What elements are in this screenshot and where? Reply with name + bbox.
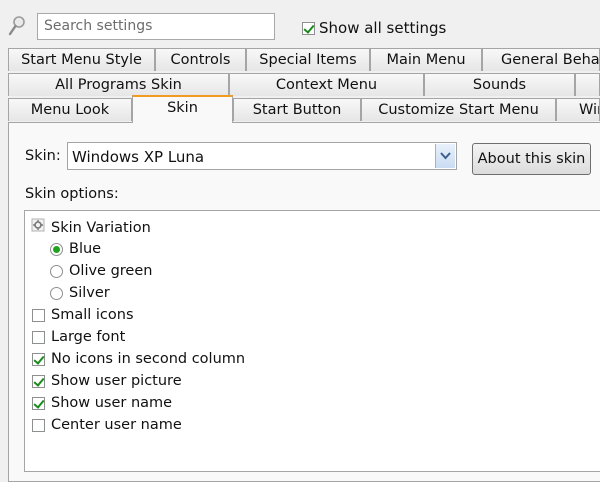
- checkbox-label: Large font: [51, 329, 126, 345]
- gear-icon: [31, 218, 45, 237]
- radio-silver[interactable]: Silver: [50, 284, 110, 302]
- skin-variation-label: Skin Variation: [51, 219, 151, 236]
- skin-label: Skin:: [25, 148, 61, 164]
- tab-main-menu[interactable]: Main Menu: [370, 48, 482, 71]
- checkbox-label: No icons in second column: [51, 351, 246, 367]
- radio-olive-green[interactable]: Olive green: [50, 262, 152, 280]
- tab-start-menu-style[interactable]: Start Menu Style: [8, 48, 155, 71]
- radio-label: Blue: [69, 241, 102, 257]
- radio-button[interactable]: [50, 264, 63, 278]
- checkbox-label: Small icons: [51, 307, 134, 323]
- skin-options-list: Skin Variation Blue Olive green Silver S…: [24, 210, 600, 472]
- radio-blue[interactable]: Blue: [50, 240, 101, 258]
- checkbox-no-icons-second-column[interactable]: No icons in second column: [32, 350, 245, 368]
- tab-menu-look[interactable]: Menu Look: [8, 98, 132, 121]
- checkbox[interactable]: [32, 308, 45, 322]
- radio-label: Olive green: [69, 263, 153, 279]
- radio-label: Silver: [69, 285, 110, 301]
- search-input[interactable]: Search settings: [37, 13, 275, 40]
- search-icon: [7, 15, 27, 37]
- tab-start-button[interactable]: Start Button: [233, 98, 361, 121]
- skin-options-label: Skin options:: [25, 186, 119, 202]
- tab-sounds[interactable]: Sounds: [424, 73, 575, 96]
- checkbox-show-user-picture[interactable]: Show user picture: [32, 372, 182, 390]
- tab-all-programs-skin[interactable]: All Programs Skin: [8, 73, 229, 96]
- checkbox[interactable]: [32, 352, 45, 366]
- checkbox[interactable]: [32, 330, 45, 344]
- checkbox-small-icons[interactable]: Small icons: [32, 306, 134, 324]
- radio-button[interactable]: [50, 286, 63, 300]
- tab-general-behavior[interactable]: General Behavior: [482, 48, 600, 71]
- checkbox[interactable]: [32, 418, 45, 432]
- skin-variation-group: Skin Variation: [31, 218, 151, 237]
- tab-special-items[interactable]: Special Items: [246, 48, 370, 71]
- search-placeholder: Search settings: [44, 18, 153, 34]
- checkbox-show-user-name[interactable]: Show user name: [32, 394, 172, 412]
- tab-windows[interactable]: Windows: [556, 98, 600, 121]
- checkbox-label: Show user picture: [51, 373, 182, 389]
- chevron-down-icon[interactable]: [435, 144, 455, 168]
- checkbox[interactable]: [32, 396, 45, 410]
- skin-dropdown-value: Windows XP Luna: [72, 148, 205, 166]
- tab-context-menu[interactable]: Context Menu: [229, 73, 424, 96]
- tab-row2-overflow[interactable]: [575, 73, 600, 96]
- about-this-skin-button[interactable]: About this skin: [472, 143, 591, 175]
- checkbox[interactable]: [32, 374, 45, 388]
- checkbox-large-font[interactable]: Large font: [32, 328, 125, 346]
- show-all-settings-label: Show all settings: [319, 19, 447, 37]
- checkbox-label: Show user name: [51, 395, 173, 411]
- skin-dropdown[interactable]: Windows XP Luna: [67, 142, 457, 170]
- radio-button[interactable]: [50, 242, 63, 256]
- tab-controls[interactable]: Controls: [155, 48, 246, 71]
- tab-skin[interactable]: Skin: [132, 95, 233, 123]
- show-all-settings-checkbox[interactable]: Show all settings: [302, 19, 446, 37]
- tab-customize-start-menu[interactable]: Customize Start Menu: [361, 98, 556, 121]
- checkbox-label: Center user name: [51, 417, 182, 433]
- show-all-checkbox-box[interactable]: [302, 21, 315, 35]
- checkbox-center-user-name[interactable]: Center user name: [32, 416, 182, 434]
